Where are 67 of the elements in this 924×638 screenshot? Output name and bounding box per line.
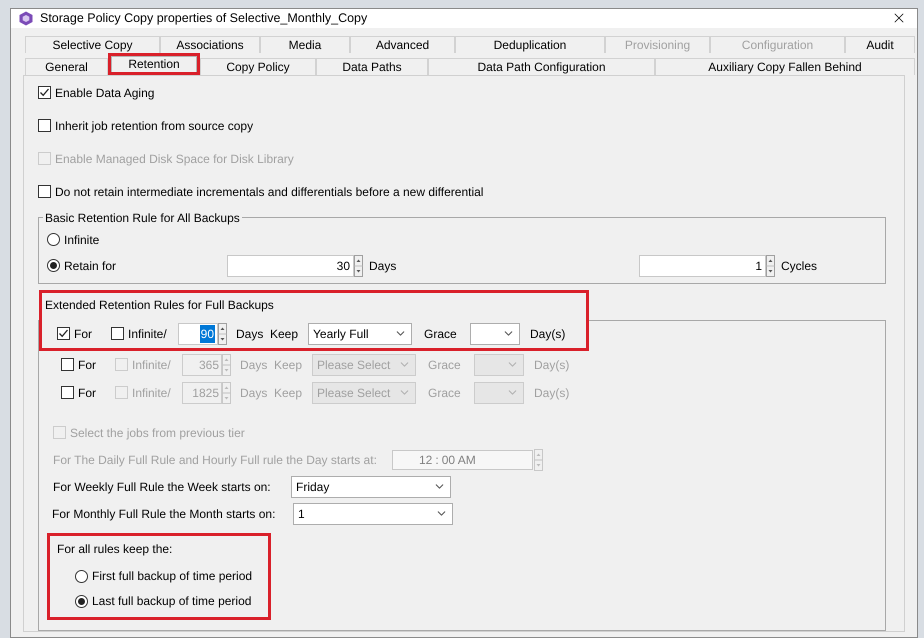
tab[interactable]: Associations	[160, 36, 260, 53]
unit-label: Day(s)	[530, 326, 566, 343]
unit-label: Days	[369, 258, 398, 275]
month-start-dropdown[interactable]: 1	[293, 502, 453, 525]
unit-label: Day(s)	[534, 384, 570, 402]
checkbox-label: Inherit job retention from source copy	[55, 118, 254, 135]
group-title: Basic Retention Rule for All Backups	[44, 210, 241, 227]
tab[interactable]: Retention	[111, 56, 197, 72]
spin-arrows-icon[interactable]	[766, 254, 775, 277]
unit-label: Days	[240, 356, 268, 374]
tab[interactable]: Data Path Configuration	[428, 58, 655, 75]
tab[interactable]: Advanced	[350, 36, 455, 53]
tab[interactable]: Audit	[845, 36, 915, 53]
checkbox-label: Enable Data Aging	[55, 84, 154, 102]
tab[interactable]: Auxiliary Copy Fallen Behind	[655, 58, 915, 75]
field-label: For Weekly Full Rule the Week starts on:	[53, 478, 272, 496]
tab[interactable]: Copy Policy	[200, 58, 316, 75]
checkbox[interactable]	[38, 119, 51, 132]
checkbox-label: Infinite/	[132, 356, 171, 374]
checkbox[interactable]	[38, 185, 51, 198]
radio-label: Infinite	[64, 232, 100, 249]
checkbox[interactable]	[57, 327, 70, 340]
tab[interactable]: General	[25, 58, 108, 75]
checkbox-label: Infinite/	[132, 384, 171, 402]
field-label: Grace	[428, 356, 462, 374]
unit-label: Day(s)	[534, 356, 570, 374]
field-label: Grace	[428, 384, 462, 402]
tab[interactable]: Data Paths	[316, 58, 428, 75]
week-start-dropdown[interactable]: Friday	[291, 476, 451, 498]
unit-label: Cycles	[781, 258, 818, 275]
days-field[interactable]: 90	[178, 322, 218, 345]
field-label: For The Daily Full Rule and Hourly Full rule the Day starts at:	[53, 452, 378, 469]
tab[interactable]: Media	[260, 36, 350, 53]
keep-dropdown[interactable]: Yearly Full	[308, 322, 412, 345]
radio-button[interactable]	[47, 259, 60, 272]
days-field[interactable]: 30	[227, 254, 354, 277]
field-label: Grace	[424, 326, 458, 343]
cycles-field[interactable]: 1	[639, 254, 766, 277]
radio-button[interactable]	[47, 233, 60, 246]
radio-label: Retain for	[64, 258, 116, 275]
unit-label: Days	[236, 326, 264, 343]
spin-arrows-icon[interactable]	[354, 254, 363, 277]
spin-arrows-icon[interactable]	[218, 322, 227, 345]
checkbox-label: Select the jobs from previous tier	[70, 424, 245, 442]
checkbox-label: For	[74, 326, 92, 343]
checkbox[interactable]	[38, 86, 51, 100]
checkbox-label: Do not retain intermediate incrementals and differentials before a new differential	[55, 184, 484, 201]
checkbox-label: For	[78, 384, 96, 402]
window-title: Storage Policy Copy properties of Selective_Monthly_Copy	[40, 10, 368, 27]
cube-logo-icon	[19, 10, 33, 26]
field-label: For Monthly Full Rule the Month starts on:	[52, 506, 276, 523]
checkbox-label: Infinite/	[128, 326, 167, 343]
radio-label: First full backup of time period	[92, 568, 252, 586]
tab[interactable]: Deduplication	[455, 36, 605, 53]
radio-label: Last full backup of time period	[92, 593, 252, 610]
checkbox-label: For	[78, 356, 96, 374]
unit-label: Days	[240, 384, 268, 402]
checkbox-label: Enable Managed Disk Space for Disk Library	[55, 150, 294, 168]
tab[interactable]: Selective Copy	[25, 36, 160, 53]
field-label: Keep	[274, 384, 304, 402]
radio-button[interactable]	[75, 594, 88, 608]
group-title: For all rules keep the:	[57, 540, 172, 558]
radio-button[interactable]	[75, 570, 88, 583]
field-label: Keep	[274, 356, 304, 374]
group-title: Extended Retention Rules for Full Backups	[45, 296, 274, 314]
field-label: Keep	[270, 326, 300, 343]
checkbox[interactable]	[111, 327, 124, 340]
